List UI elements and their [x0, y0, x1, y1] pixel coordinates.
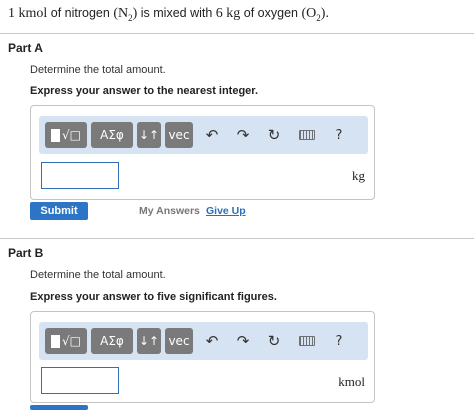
symbols-button[interactable]: ΑΣφ — [91, 328, 133, 354]
templates-button[interactable]: √□ — [45, 122, 87, 148]
problem-text: of oxygen — [243, 6, 298, 20]
part-a-answer-input[interactable] — [41, 162, 119, 189]
sort-button[interactable]: ↓↑ — [137, 328, 161, 354]
part-b-question: Determine the total amount. — [30, 269, 166, 281]
part-b-answer-box: √□ ΑΣφ ↓↑ vec ↶ ↷ ↻ ? kmol — [30, 311, 375, 403]
unit-kmol: kmol — [18, 6, 48, 21]
vec-button[interactable]: vec — [165, 328, 193, 354]
math-toolbar: √□ ΑΣφ ↓↑ vec ↶ ↷ ↻ ? — [39, 322, 368, 360]
help-icon[interactable]: ? — [329, 125, 349, 145]
reset-icon[interactable]: ↻ — [264, 331, 284, 351]
template-square-icon — [51, 128, 60, 142]
problem-statement: 1 kmol of nitrogen (N2) is mixed with 6 … — [8, 4, 329, 27]
submit-button[interactable]: Submit — [30, 202, 88, 220]
unit-kg: kg — [226, 6, 241, 21]
divider — [0, 33, 474, 34]
part-b-label: Part B — [8, 246, 44, 260]
undo-icon[interactable]: ↶ — [202, 331, 222, 351]
divider — [0, 238, 474, 239]
templates-button[interactable]: √□ — [45, 328, 87, 354]
quantity-nitrogen: 1 — [8, 6, 15, 21]
part-a-answer-box: √□ ΑΣφ ↓↑ vec ↶ ↷ ↻ ? kg — [30, 105, 375, 200]
part-b-instruction: Express your answer to five significant … — [30, 291, 277, 303]
keyboard-icon[interactable] — [297, 331, 317, 351]
problem-text: is mixed with — [140, 6, 213, 20]
submit-button-partial[interactable] — [30, 405, 88, 410]
reset-icon[interactable]: ↻ — [264, 125, 284, 145]
part-b-answer-input[interactable] — [41, 367, 119, 394]
problem-text: of nitrogen — [50, 6, 110, 20]
symbols-button[interactable]: ΑΣφ — [91, 122, 133, 148]
sort-button[interactable]: ↓↑ — [137, 122, 161, 148]
part-a-instruction: Express your answer to the nearest integ… — [30, 85, 259, 97]
quantity-oxygen: 6 — [215, 6, 223, 21]
formula-oxygen: (O2). — [301, 6, 329, 23]
keyboard-icon[interactable] — [297, 125, 317, 145]
part-a-question: Determine the total amount. — [30, 64, 166, 76]
redo-icon[interactable]: ↷ — [233, 125, 253, 145]
template-square-icon — [51, 334, 60, 348]
part-b-unit: kmol — [338, 374, 365, 389]
redo-icon[interactable]: ↷ — [233, 331, 253, 351]
help-icon[interactable]: ? — [329, 331, 349, 351]
part-a-unit: kg — [352, 168, 365, 183]
give-up-link[interactable]: Give Up — [206, 205, 246, 217]
part-a-label: Part A — [8, 41, 43, 55]
vec-button[interactable]: vec — [165, 122, 193, 148]
my-answers-link[interactable]: My Answers — [139, 205, 200, 217]
undo-icon[interactable]: ↶ — [202, 125, 222, 145]
formula-nitrogen: (N2) — [113, 6, 138, 23]
math-toolbar: √□ ΑΣφ ↓↑ vec ↶ ↷ ↻ ? — [39, 116, 368, 154]
